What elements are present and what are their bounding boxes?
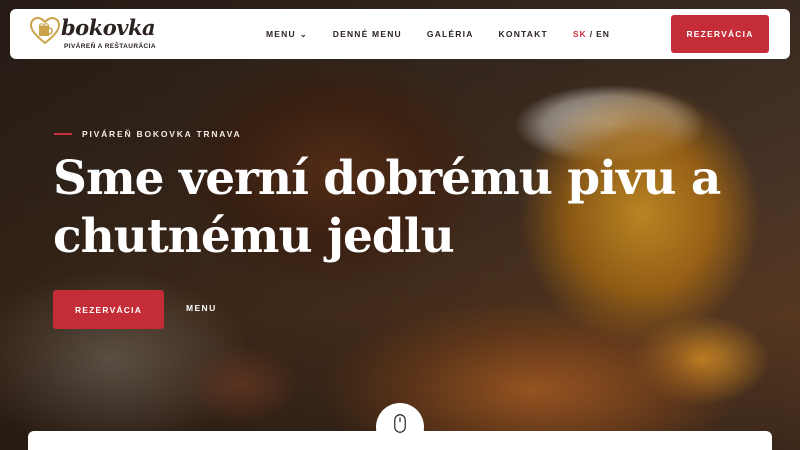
- scroll-indicator[interactable]: [376, 403, 424, 450]
- reservation-button-hero[interactable]: REZERVÁCIA: [53, 290, 164, 329]
- hero-eyebrow: PIVÁREŇ BOKOVKA TRNAVA: [54, 129, 241, 139]
- menu-link-hero[interactable]: MENU: [186, 303, 217, 313]
- mouse-scroll-icon: [394, 414, 406, 433]
- navbar: bokovka PIVÁREŇ A REŠTAURÁCIA MENU ⌄ DEN…: [10, 9, 790, 59]
- main-nav: MENU ⌄ DENNÉ MENU GALÉRIA KONTAKT SK / EN: [266, 9, 610, 59]
- brand-logo[interactable]: bokovka PIVÁREŇ A REŠTAURÁCIA: [30, 15, 170, 53]
- nav-item-gallery[interactable]: GALÉRIA: [427, 29, 474, 39]
- nav-item-menu[interactable]: MENU ⌄: [266, 29, 308, 39]
- hero-headline: Sme verní dobrému pivu a chutnému jedlu: [53, 150, 753, 266]
- lang-sk-link[interactable]: SK: [573, 29, 587, 39]
- brand-name: bokovka: [61, 15, 156, 40]
- eyebrow-text: PIVÁREŇ BOKOVKA TRNAVA: [82, 129, 242, 139]
- headline-line-2: chutnému jedlu: [53, 209, 455, 264]
- nav-item-contact[interactable]: KONTAKT: [499, 29, 548, 39]
- chevron-down-icon: ⌄: [299, 29, 308, 39]
- nav-item-daily-menu[interactable]: DENNÉ MENU: [333, 29, 402, 39]
- headline-line-1: Sme verní dobrému pivu a: [53, 151, 721, 206]
- eyebrow-accent-line: [54, 133, 72, 135]
- heart-beer-logo-icon: [30, 17, 60, 45]
- lang-separator: /: [589, 29, 594, 39]
- nav-item-menu-label: MENU: [266, 29, 296, 39]
- brand-tagline: PIVÁREŇ A REŠTAURÁCIA: [64, 43, 156, 50]
- lang-en-link[interactable]: EN: [596, 29, 610, 39]
- reservation-button-nav[interactable]: REZERVÁCIA: [671, 15, 769, 53]
- language-switcher: SK / EN: [573, 29, 610, 39]
